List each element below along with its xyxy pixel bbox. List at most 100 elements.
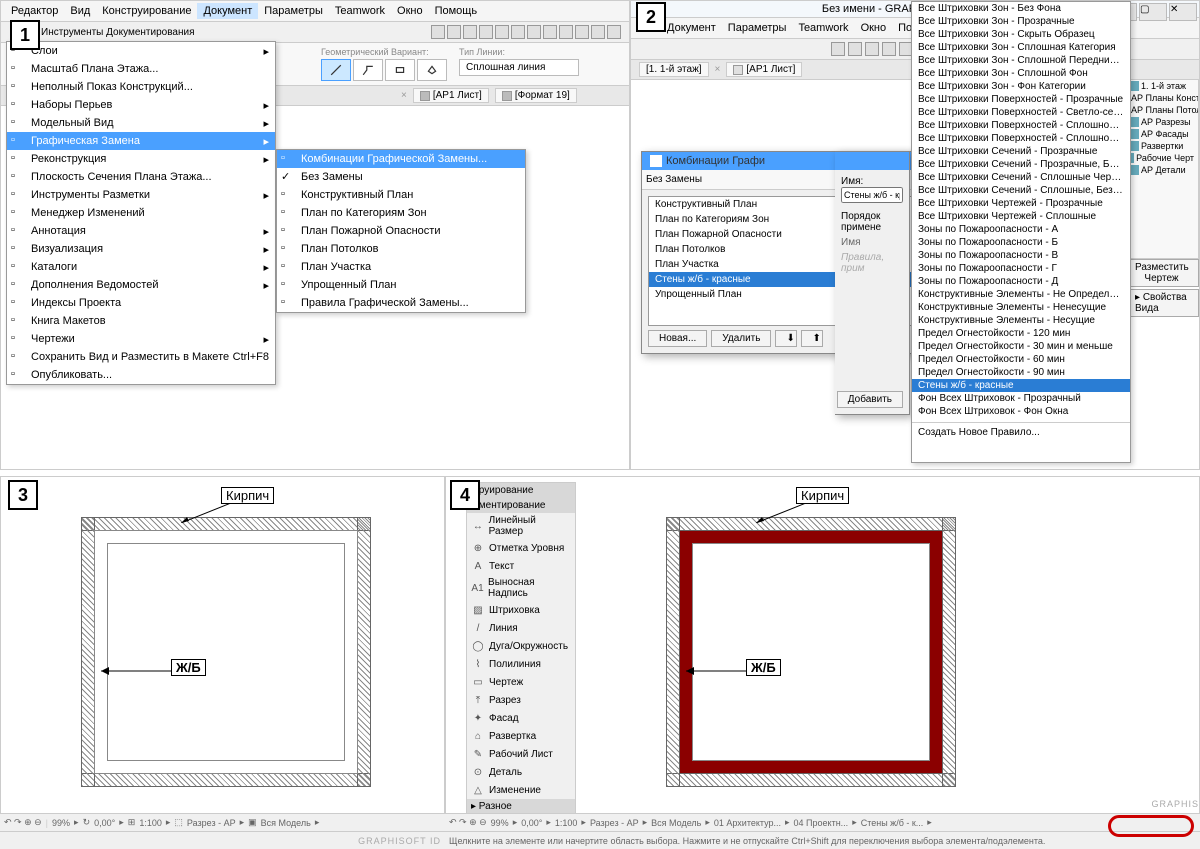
rule-item[interactable]: Все Штриховки Зон - Сплошной Фон (912, 67, 1130, 80)
rotation-value[interactable]: 0,00° (94, 818, 115, 828)
menu-options-2[interactable]: Параметры (722, 20, 793, 36)
submenu--[interactable]: ▫План Потолков (277, 240, 525, 258)
tool-footer[interactable]: ▸ Разное (467, 799, 575, 814)
ribbon-icon-2[interactable] (882, 42, 896, 56)
docmenu--[interactable]: ▫Менеджер Изменений (7, 204, 275, 222)
import-button[interactable]: ⬇ (775, 330, 797, 347)
submenu--[interactable]: ▫План по Категориям Зон (277, 204, 525, 222)
rule-item[interactable]: Зоны по Пожароопасности - В (912, 249, 1130, 262)
ribbon-icon-2[interactable] (831, 42, 845, 56)
rotation-value-4[interactable]: 0,00° (521, 818, 542, 828)
rule-item[interactable]: Зоны по Пожароопасности - А (912, 223, 1130, 236)
menu-options[interactable]: Параметры (258, 3, 329, 19)
section-value[interactable]: Разрез - АР (187, 818, 236, 828)
override-value[interactable]: Стены ж/б - к... (861, 818, 924, 828)
nav-item[interactable]: АР Разрезы (1125, 116, 1198, 128)
ribbon-icon[interactable] (463, 25, 477, 39)
submenu--[interactable]: ▫Комбинации Графической Замены... (277, 150, 525, 168)
close-button-gray[interactable]: ✕ (1169, 3, 1197, 21)
tab-ap1[interactable]: [АР1 Лист] (413, 88, 489, 103)
rule-item[interactable]: Предел Огнестойкости - 30 мин и меньше (912, 340, 1130, 353)
zoom-value-4[interactable]: 99% (491, 818, 509, 828)
section-value-4[interactable]: Разрез - АР (590, 818, 639, 828)
geo-btn-rot[interactable] (417, 59, 447, 81)
menu-design[interactable]: Конструирование (96, 3, 197, 19)
ribbon-icon[interactable] (543, 25, 557, 39)
docmenu--[interactable]: ▫Слои▸ (7, 42, 275, 60)
scale-value[interactable]: 1:100 (139, 818, 162, 828)
tool--[interactable]: ◯Дуга/Окружность (467, 637, 575, 655)
submenu--[interactable]: ▫Упрощенный План (277, 276, 525, 294)
docmenu--[interactable]: ▫Масштаб Плана Этажа... (7, 60, 275, 78)
delete-button[interactable]: Удалить (711, 330, 771, 347)
tool-palette[interactable]: ▸ руирование▸ ментирование↔Линейный Разм… (466, 482, 576, 815)
nav-item[interactable]: АР Детали (1125, 164, 1198, 176)
tool--[interactable]: ⊕Отметка Уровня (467, 539, 575, 557)
rule-item[interactable]: Все Штриховки Сечений - Сплошные, Без Ра… (912, 184, 1130, 197)
rule-item[interactable]: Предел Огнестойкости - 60 мин (912, 353, 1130, 366)
rule-item[interactable]: Стены ж/б - красные (912, 379, 1130, 392)
menu-teamwork[interactable]: Teamwork (329, 3, 391, 19)
docmenu--[interactable]: ▫Реконструкция▸ (7, 150, 275, 168)
nav-item[interactable]: АР Фасады (1125, 128, 1198, 140)
rule-item[interactable]: Все Штриховки Поверхностей - Сплошной Пе… (912, 119, 1130, 132)
rule-item[interactable]: Все Штриховки Поверхностей - Светло-серы… (912, 106, 1130, 119)
menu-help[interactable]: Помощь (429, 3, 484, 19)
export-button[interactable]: ⬆ (801, 330, 823, 347)
rule-item[interactable]: Фон Всех Штриховок - Фон Окна (912, 405, 1130, 418)
model-value-4[interactable]: Вся Модель (651, 818, 701, 828)
menu-window-2[interactable]: Окно (855, 20, 893, 36)
tool--[interactable]: ⤒Разрез (467, 691, 575, 709)
line-type-select[interactable]: Сплошная линия (459, 59, 579, 76)
tool--[interactable]: A1Выносная Надпись (467, 575, 575, 601)
docmenu--[interactable]: ▫Графическая Замена▸ (7, 132, 275, 150)
docmenu--[interactable]: ▫Визуализация▸ (7, 240, 275, 258)
rule-item[interactable]: Фон Всех Штриховок - Прозрачный (912, 392, 1130, 405)
rule-item[interactable]: Все Штриховки Зон - Фон Категории (912, 80, 1130, 93)
nav-item[interactable]: 1. 1-й этаж (1125, 80, 1198, 92)
tool--[interactable]: ▭Чертеж (467, 673, 575, 691)
rule-item[interactable]: Все Штриховки Зон - Без Фона (912, 2, 1130, 15)
tool--[interactable]: ⊙Деталь (467, 763, 575, 781)
tab-format19[interactable]: [Формат 19] (495, 88, 577, 103)
ribbon-icon[interactable] (431, 25, 445, 39)
graphic-override-submenu[interactable]: ▫Комбинации Графической Замены...✓Без За… (276, 149, 526, 313)
name-input[interactable] (841, 187, 903, 203)
nav-item[interactable]: Рабочие Черт (1125, 152, 1198, 164)
rule-item[interactable]: Зоны по Пожароопасности - Г (912, 262, 1130, 275)
nav-item[interactable]: АР Планы Потол (1125, 104, 1198, 116)
layer-value[interactable]: 01 Архитектур... (714, 818, 781, 828)
submenu--[interactable]: ✓Без Замены (277, 168, 525, 186)
rule-item[interactable]: Все Штриховки Чертежей - Прозрачные (912, 197, 1130, 210)
ribbon-icon[interactable] (479, 25, 493, 39)
submenu--[interactable]: ▫Правила Графической Замены... (277, 294, 525, 312)
rule-item[interactable]: Зоны по Пожароопасности - Д (912, 275, 1130, 288)
ribbon-icon[interactable] (575, 25, 589, 39)
navigator-tree[interactable]: 1. 1-й этажАР Планы КонстрАР Планы Потол… (1124, 79, 1199, 259)
scale-value-4[interactable]: 1:100 (555, 818, 578, 828)
ribbon-icon[interactable] (495, 25, 509, 39)
submenu--[interactable]: ▫План Участка (277, 258, 525, 276)
rule-item[interactable]: Все Штриховки Поверхностей - Сплошной Фо… (912, 132, 1130, 145)
project-value[interactable]: 04 Проектн... (794, 818, 849, 828)
tool--[interactable]: ✎Рабочий Лист (467, 745, 575, 763)
menu-window[interactable]: Окно (391, 3, 429, 19)
docmenu--[interactable]: ▫Плоскость Сечения Плана Этажа... (7, 168, 275, 186)
tool--[interactable]: AТекст (467, 557, 575, 575)
document-menu[interactable]: ▫Слои▸▫Масштаб Плана Этажа...▫Неполный П… (6, 41, 276, 385)
docmenu--[interactable]: ▫Наборы Перьев▸ (7, 96, 275, 114)
rule-item[interactable]: Конструктивные Элементы - Не Определены (912, 288, 1130, 301)
new-button[interactable]: Новая... (648, 330, 707, 347)
create-new-rule[interactable]: Создать Новое Правило... (912, 422, 1130, 439)
ribbon-icon-2[interactable] (865, 42, 879, 56)
rule-item[interactable]: Зоны по Пожароопасности - Б (912, 236, 1130, 249)
rule-item[interactable]: Все Штриховки Поверхностей - Прозрачные (912, 93, 1130, 106)
ribbon-icon[interactable] (527, 25, 541, 39)
docmenu--[interactable]: ▫Опубликовать... (7, 366, 275, 384)
tool-header[interactable]: ▸ ментирование (467, 498, 575, 513)
tool--[interactable]: /Линия (467, 619, 575, 637)
rule-item[interactable]: Конструктивные Элементы - Ненесущие (912, 301, 1130, 314)
rule-item[interactable]: Все Штриховки Чертежей - Сплошные (912, 210, 1130, 223)
docmenu--[interactable]: ▫Инструменты Разметки▸ (7, 186, 275, 204)
docmenu--[interactable]: ▫Неполный Показ Конструкций... (7, 78, 275, 96)
